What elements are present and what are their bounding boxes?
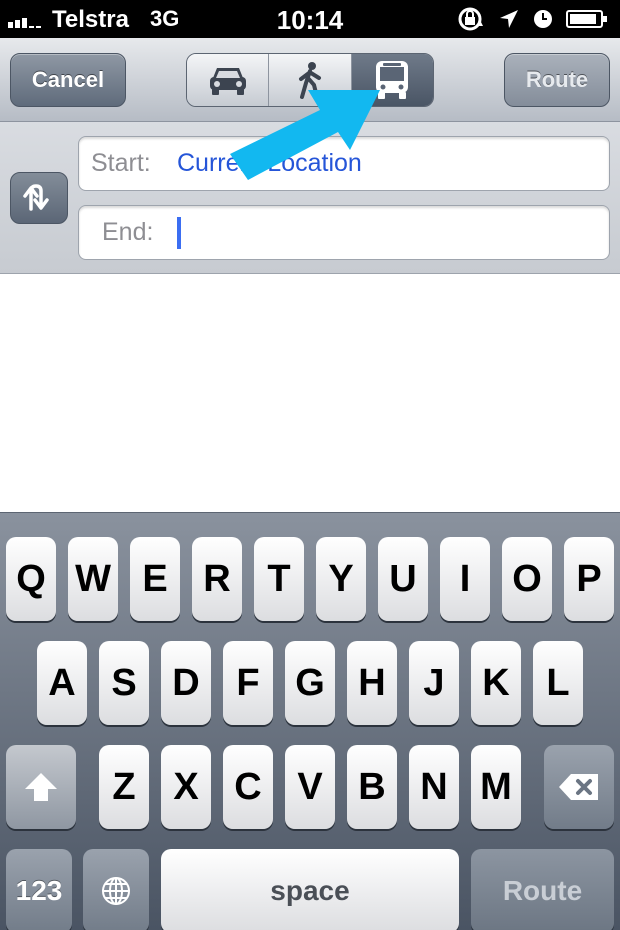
key-f[interactable]: F xyxy=(223,641,273,725)
numbers-key[interactable]: 123 xyxy=(6,849,72,930)
key-t[interactable]: T xyxy=(254,537,304,621)
key-l[interactable]: L xyxy=(533,641,583,725)
status-icons xyxy=(456,6,608,32)
keyboard-route-key[interactable]: Route xyxy=(471,849,614,930)
globe-icon xyxy=(102,877,130,905)
key-h[interactable]: H xyxy=(347,641,397,725)
key-r[interactable]: R xyxy=(192,537,242,621)
location-arrow-icon xyxy=(500,10,518,28)
alarm-clock-icon xyxy=(534,10,552,28)
key-o[interactable]: O xyxy=(502,537,552,621)
end-field[interactable]: End: xyxy=(78,205,610,260)
highlight-arrow-icon xyxy=(230,90,380,180)
results-area xyxy=(0,275,620,512)
key-s[interactable]: S xyxy=(99,641,149,725)
text-cursor xyxy=(177,216,181,249)
key-k[interactable]: K xyxy=(471,641,521,725)
key-n[interactable]: N xyxy=(409,745,459,829)
key-p[interactable]: P xyxy=(564,537,614,621)
start-label: Start: xyxy=(91,149,151,177)
key-v[interactable]: V xyxy=(285,745,335,829)
key-u[interactable]: U xyxy=(378,537,428,621)
battery-icon xyxy=(566,10,607,28)
cancel-button[interactable]: Cancel xyxy=(10,53,126,107)
shift-arrow-icon xyxy=(25,773,57,801)
rotation-lock-icon xyxy=(458,7,483,31)
end-label: End: xyxy=(102,218,154,246)
backspace-key[interactable] xyxy=(544,745,614,829)
key-x[interactable]: X xyxy=(161,745,211,829)
space-key[interactable]: space xyxy=(161,849,459,930)
key-a[interactable]: A xyxy=(37,641,87,725)
key-g[interactable]: G xyxy=(285,641,335,725)
backspace-icon xyxy=(559,774,598,800)
route-button[interactable]: Route xyxy=(504,53,610,107)
key-q[interactable]: Q xyxy=(6,537,56,621)
shift-key[interactable] xyxy=(6,745,76,829)
status-bar: Telstra 3G 10:14 xyxy=(0,0,620,38)
key-e[interactable]: E xyxy=(130,537,180,621)
swap-locations-button[interactable] xyxy=(10,172,68,224)
key-z[interactable]: Z xyxy=(99,745,149,829)
key-j[interactable]: J xyxy=(409,641,459,725)
key-b[interactable]: B xyxy=(347,745,397,829)
swap-arrows-icon xyxy=(23,184,49,211)
key-d[interactable]: D xyxy=(161,641,211,725)
key-m[interactable]: M xyxy=(471,745,521,829)
key-w[interactable]: W xyxy=(68,537,118,621)
on-screen-keyboard: Q W E R T Y U I O P A S D F G H J K L Z … xyxy=(0,512,620,930)
key-i[interactable]: I xyxy=(440,537,490,621)
globe-key[interactable] xyxy=(83,849,149,930)
key-c[interactable]: C xyxy=(223,745,273,829)
key-y[interactable]: Y xyxy=(316,537,366,621)
